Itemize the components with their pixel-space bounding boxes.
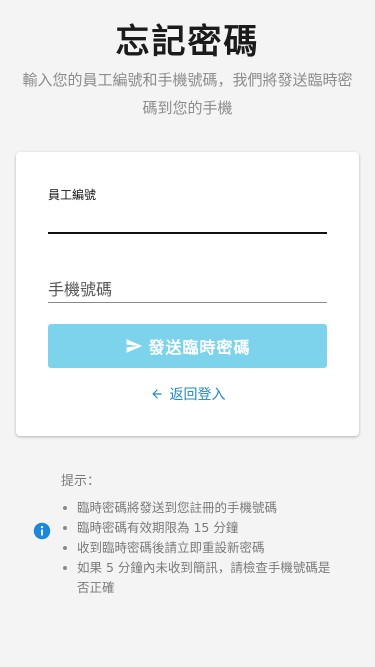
page-title: 忘記密碼: [115, 22, 260, 62]
list-item: 臨時密碼將發送到您註冊的手機號碼: [63, 498, 342, 518]
phone-field[interactable]: 手機號碼: [48, 272, 327, 303]
list-item: 如果 5 分鐘內未收到簡訊，請檢查手機號碼是否正確: [63, 558, 342, 598]
back-to-login-link[interactable]: 返回登入: [16, 384, 359, 404]
list-item: 臨時密碼有效期限為 15 分鐘: [63, 518, 342, 538]
tips-list: 臨時密碼將發送到您註冊的手機號碼 臨時密碼有效期限為 15 分鐘 收到臨時密碼後…: [63, 498, 342, 598]
info-icon: [33, 522, 51, 540]
list-item: 收到臨時密碼後請立即重設新密碼: [63, 538, 342, 558]
page-subtitle: 輸入您的員工編號和手機號碼，我們將發送臨時密碼到您的手機: [22, 71, 353, 117]
employee-id-label: 員工編號: [48, 188, 97, 202]
send-icon: [126, 339, 143, 353]
send-temp-password-button[interactable]: 發送臨時密碼: [48, 324, 327, 368]
phone-label: 手機號碼: [48, 280, 113, 299]
send-button-label: 發送臨時密碼: [148, 338, 251, 357]
back-link-label: 返回登入: [169, 387, 226, 403]
arrow-left-icon: [151, 389, 162, 399]
tips-title: 提示：: [61, 474, 101, 489]
employee-id-field[interactable]: 員工編號: [48, 182, 327, 234]
forgot-password-card: 員工編號 手機號碼 發送臨時密碼 返回登入: [16, 152, 359, 436]
